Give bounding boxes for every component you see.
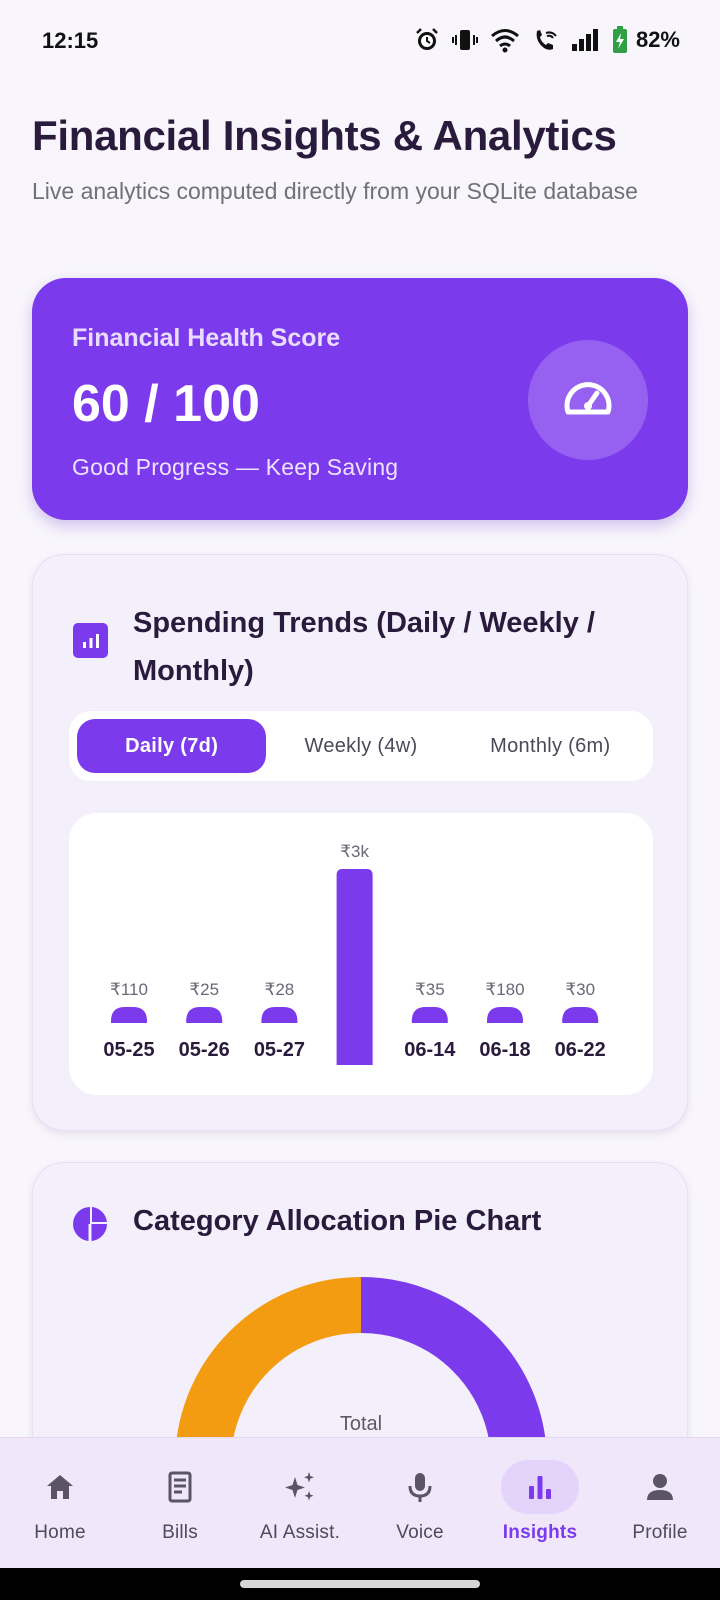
chart-tick-label: 05-27 [254,1039,305,1061]
speedometer-icon [564,382,612,415]
tab-monthly[interactable]: Monthly (6m) [456,719,645,773]
bar-chart-icon [529,1476,551,1499]
chart-tick-label: 05-25 [103,1039,154,1061]
status-bar: 12:15 82% [0,0,720,84]
nav-insights[interactable]: Insights [480,1438,600,1568]
chart-data-label: ₹25 [189,980,219,999]
chart-bar[interactable] [562,1007,599,1023]
bar-chart-svg: ₹110 05-25 ₹25 05-26 ₹28 05-27 ₹3k ₹35 06-14 ₹180… [103,842,606,1065]
nav-home[interactable]: Home [0,1438,120,1568]
system-gesture-bar [0,1568,720,1600]
chart-bar[interactable] [336,869,373,1065]
chart-tick-label: 06-22 [555,1039,606,1061]
chart-data-label: ₹30 [565,980,595,999]
nav-label-home: Home [34,1522,86,1543]
chart-data-label: ₹3k [340,842,369,861]
chart-data-label: ₹180 [485,980,524,999]
donut-center-label: Total [339,1413,383,1435]
chart-tick-label: 06-18 [479,1039,530,1061]
status-icons: 82% [414,26,680,54]
chart-bar[interactable] [411,1007,448,1023]
nav-voice[interactable]: Voice [360,1438,480,1568]
health-score-status: Good Progress — Keep Saving [72,454,399,480]
chart-data-label: ₹110 [110,980,148,999]
health-score-label: Financial Health Score [72,324,341,352]
bottom-navigation: Home Bills AI Assist. Voice Insights Pro… [0,1437,720,1568]
nav-label-ai-assist: AI Assist. [259,1522,341,1543]
battery-charging-icon [612,26,627,53]
chart-tick-label: 06-14 [404,1039,456,1061]
chart-data-label: ₹28 [265,980,295,999]
nav-bills[interactable]: Bills [120,1438,240,1568]
person-icon [647,1474,673,1500]
chart-bar[interactable] [186,1007,223,1023]
page-title: Financial Insights & Analytics [32,112,617,159]
status-time: 12:15 [42,28,99,53]
chart-data-label: ₹35 [415,980,445,999]
health-gauge [528,340,648,460]
tab-weekly[interactable]: Weekly (4w) [266,719,455,773]
nav-profile[interactable]: Profile [600,1438,720,1568]
alarm-icon [416,28,438,50]
spending-trends-title: Spending Trends (Daily / Weekly / Monthl… [133,607,595,687]
microphone-icon [408,1473,432,1502]
wifi-icon [490,29,519,53]
nav-label-bills: Bills [162,1522,198,1543]
nav-label-insights: Insights [502,1522,578,1543]
nav-ai-assist[interactable]: AI Assist. [240,1438,360,1568]
period-selector: Daily (7d) Weekly (4w) Monthly (6m) [69,711,653,781]
wifi-call-icon [536,30,557,50]
sparkle-icon [285,1472,314,1501]
spending-trends-card: Spending Trends (Daily / Weekly / Monthl… [32,554,688,1131]
chart-tick-label: 05-26 [179,1039,230,1061]
vibrate-icon [451,30,478,50]
home-gesture-handle[interactable] [240,1580,480,1588]
chart-bar[interactable] [261,1007,298,1023]
chart-bar[interactable] [487,1007,523,1023]
chart-bar[interactable] [111,1007,147,1023]
nav-label-voice: Voice [396,1522,444,1543]
signal-icon [571,29,598,51]
spending-bar-chart: ₹110 05-25 ₹25 05-26 ₹28 05-27 ₹3k ₹35 06-14 ₹180… [69,813,653,1095]
home-icon [47,1475,73,1499]
tab-daily[interactable]: Daily (7d) [77,719,267,773]
page-subtitle: Live analytics computed directly from yo… [32,178,638,204]
battery-percentage: 82% [635,27,680,52]
health-score-value: 60 / 100 [72,375,260,433]
bar-chart-icon [73,623,108,658]
nav-label-profile: Profile [632,1522,688,1543]
receipt-icon [168,1471,192,1503]
health-score-card[interactable]: Financial Health Score 60 / 100 Good Pro… [32,278,688,520]
